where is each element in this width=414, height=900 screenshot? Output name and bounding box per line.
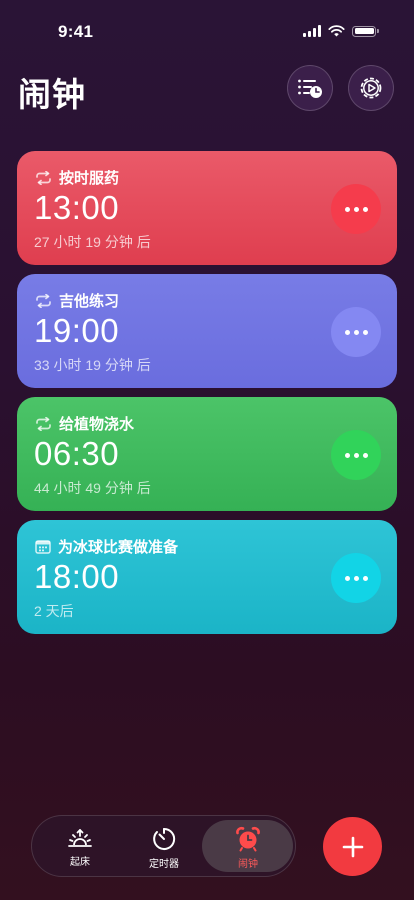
tab-timer[interactable]: 定时器 (120, 816, 208, 876)
tab-wakeup[interactable]: 起床 (36, 816, 124, 876)
alarm-card[interactable]: 按时服药 13:00 27 小时 19 分钟 后 (17, 151, 397, 265)
repeat-icon (36, 170, 51, 185)
page-title: 闹钟 (18, 76, 86, 113)
alarm-remaining: 44 小时 49 分钟 后 (34, 480, 151, 496)
more-button[interactable] (331, 430, 381, 480)
repeat-icon (36, 293, 51, 308)
more-icon (344, 575, 368, 581)
alarm-card[interactable]: 吉他练习 19:00 33 小时 19 分钟 后 (17, 274, 397, 388)
alarm-card-header: 为冰球比赛做准备 (35, 536, 178, 557)
more-button[interactable] (331, 553, 381, 603)
alarm-card-header: 吉他练习 (35, 290, 119, 311)
tab-alarm[interactable]: 闹钟 (204, 816, 292, 876)
tab-label: 定时器 (149, 859, 179, 870)
calendar-icon (35, 540, 51, 554)
status-bar: 9:41 (0, 0, 414, 64)
alarm-card[interactable]: 为冰球比赛做准备 18:00 2 天后 (17, 520, 397, 634)
wifi-icon (328, 25, 345, 37)
alarm-card-header: 按时服药 (35, 167, 119, 188)
timer-icon (153, 827, 176, 850)
gear-play-icon (360, 77, 382, 99)
more-icon (344, 452, 368, 458)
sunrise-icon (68, 829, 92, 847)
battery-icon (352, 25, 379, 37)
status-icons (303, 25, 379, 37)
tab-bar: 起床 定时器 闹钟 (31, 815, 296, 877)
signal-icon (303, 25, 321, 37)
alarm-name: 为冰球比赛做准备 (58, 539, 179, 556)
plus-icon (342, 836, 363, 857)
more-icon (344, 206, 368, 212)
more-icon (344, 329, 368, 335)
alarm-clock-icon (236, 826, 260, 852)
alarm-remaining: 33 小时 19 分钟 后 (34, 357, 151, 373)
tab-label: 起床 (70, 857, 90, 868)
repeat-icon (36, 416, 51, 431)
add-alarm-button[interactable] (323, 817, 382, 876)
alarm-time: 13:00 (34, 189, 120, 226)
alarm-time: 19:00 (34, 312, 120, 349)
alarm-name: 给植物浇水 (59, 416, 135, 433)
alarm-card[interactable]: 给植物浇水 06:30 44 小时 49 分钟 后 (17, 397, 397, 511)
alarm-time: 06:30 (34, 435, 120, 472)
alarm-list-button[interactable] (287, 65, 333, 111)
settings-button[interactable] (348, 65, 394, 111)
alarm-remaining: 2 天后 (34, 603, 74, 619)
status-time: 9:41 (58, 22, 94, 41)
more-button[interactable] (331, 184, 381, 234)
alarm-name: 按时服药 (59, 170, 120, 187)
tab-label: 闹钟 (238, 859, 258, 870)
alarm-time: 18:00 (34, 558, 120, 595)
alarm-card-header: 给植物浇水 (35, 413, 134, 434)
list-clock-icon (298, 79, 322, 98)
more-button[interactable] (331, 307, 381, 357)
alarm-name: 吉他练习 (59, 293, 120, 310)
alarm-remaining: 27 小时 19 分钟 后 (34, 234, 151, 250)
